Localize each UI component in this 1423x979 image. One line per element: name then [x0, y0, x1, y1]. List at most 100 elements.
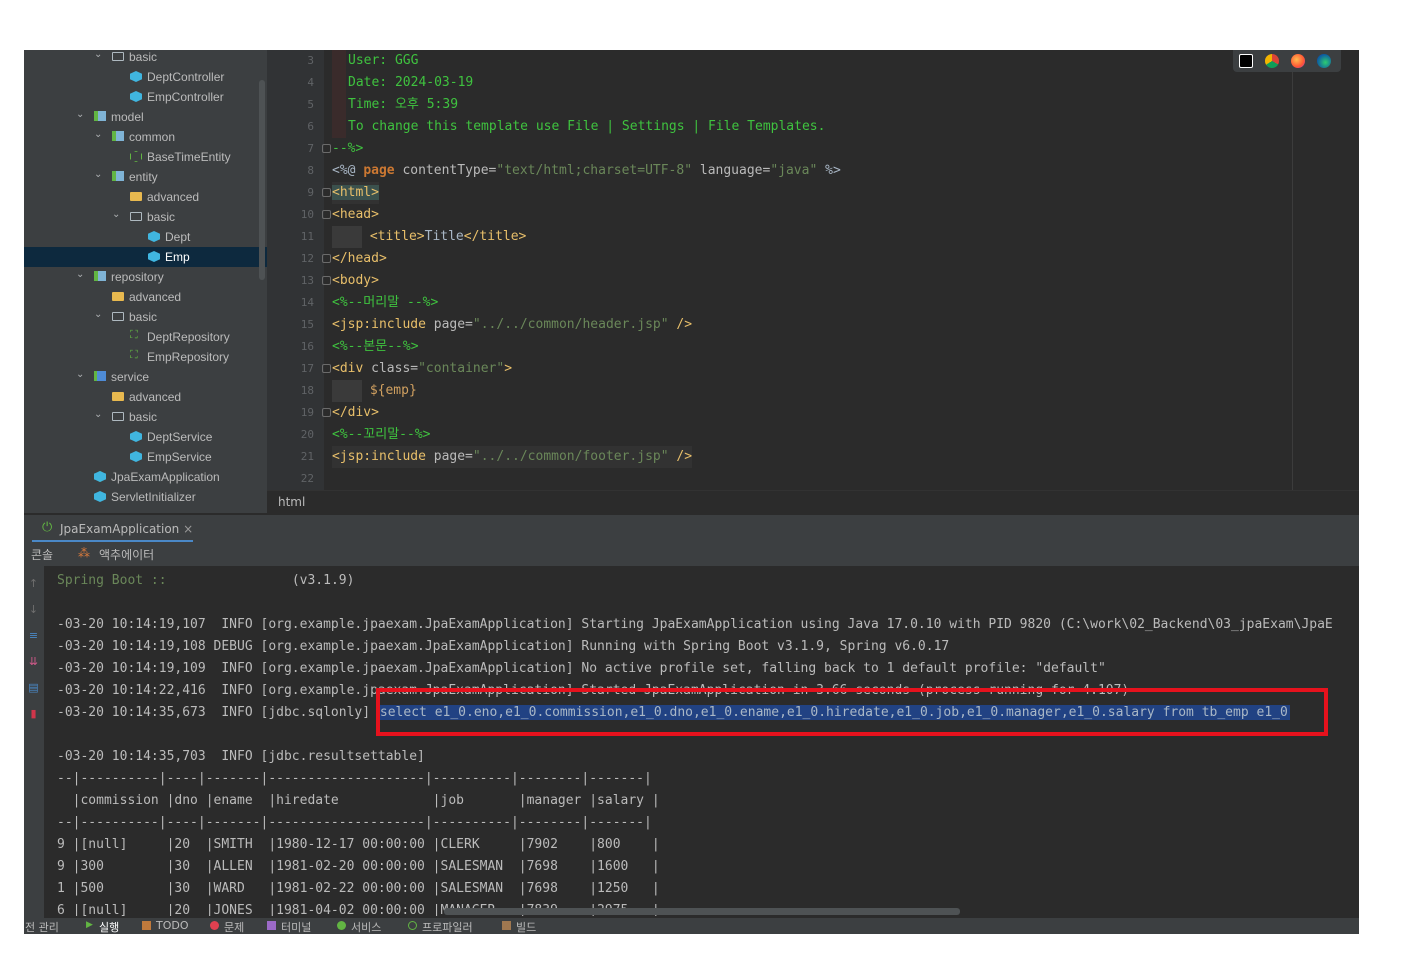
comment-text: --%> [332, 141, 364, 156]
code-line-8: <%@ page contentType="text/html;charset=… [332, 160, 841, 182]
line-number: 19 [300, 406, 314, 419]
tree-node[interactable]: ⌄ basic [24, 307, 267, 327]
tree-node[interactable]: ⛶ EmpRepository [24, 347, 267, 367]
tree-node[interactable]: BaseTimeEntity [24, 147, 267, 167]
interface-icon: ⛶ [130, 329, 138, 341]
head-tag: <head> [332, 207, 379, 222]
console-line: -03-20 10:14:19,107 INFO [org.example.jp… [57, 617, 1333, 632]
toolbar-item-todo[interactable]: TODO [156, 919, 189, 932]
title-close-tag: </title> [463, 229, 527, 244]
line-number: 7 [307, 142, 314, 155]
tree-node[interactable]: DeptController [24, 67, 267, 87]
fold-marker[interactable] [322, 144, 331, 153]
chevron-down-icon[interactable]: ⌄ [94, 309, 106, 320]
chevron-down-icon[interactable]: ⌄ [94, 50, 106, 60]
jsp-include-tag: <jsp:include [332, 449, 426, 464]
fold-marker[interactable] [322, 210, 331, 219]
chevron-down-icon[interactable]: ⌄ [94, 129, 106, 140]
fold-marker[interactable] [322, 364, 331, 373]
console-line: -03-20 10:14:35,703 INFO [jdbc.resultset… [57, 749, 425, 764]
code-line-19: </div> [332, 402, 379, 424]
line-number: 6 [307, 120, 314, 133]
toolbar-item-terminal[interactable]: 터미널 [281, 919, 311, 934]
tree-node-label: basic [147, 210, 176, 224]
tree-node[interactable]: ⌄ basic [24, 207, 267, 227]
tree-node[interactable]: ⌄ common [24, 127, 267, 147]
tree-node[interactable]: ⌄ repository [24, 267, 267, 287]
tree-node[interactable]: JpaExamApplication [24, 467, 267, 487]
toolbar-item-manage[interactable]: 전 관리 [25, 919, 59, 934]
table-row: 1 |500 |30 |WARD |1981-02-22 00:00:00 |S… [57, 881, 660, 896]
line-number: 5 [307, 98, 314, 111]
edge-icon[interactable] [1317, 54, 1331, 68]
tree-node-label: DeptService [147, 430, 213, 444]
tree-node[interactable]: advanced [24, 187, 267, 207]
tree-node[interactable]: ⛶ DeptRepository [24, 327, 267, 347]
firefox-icon[interactable] [1291, 54, 1305, 68]
fold-marker[interactable] [322, 188, 331, 197]
tree-node[interactable]: advanced [24, 387, 267, 407]
attr-value: "../../common/footer.jsp" [472, 449, 669, 464]
fold-marker[interactable] [322, 276, 331, 285]
run-toolwindow-header: ⏻ JpaExamApplication × [24, 514, 1359, 543]
toolbar-item-problems[interactable]: 문제 [224, 919, 244, 934]
attr-name: class= [363, 361, 419, 376]
table-header: |commission |dno |ename |hiredate |job |… [57, 793, 660, 808]
tree-node[interactable]: DeptService [24, 427, 267, 447]
toolbar-item-run[interactable]: 실행 [99, 919, 119, 934]
chevron-down-icon[interactable]: ⌄ [112, 209, 124, 220]
editor-breadcrumb[interactable]: html [267, 490, 1359, 514]
run-tab[interactable]: ⏻ JpaExamApplication × [32, 515, 193, 543]
tree-node[interactable]: ⌄ basic [24, 407, 267, 427]
fold-marker[interactable] [322, 254, 331, 263]
html-tag: <html> [332, 185, 379, 200]
package-icon [112, 171, 124, 181]
chevron-down-icon[interactable]: ⌄ [94, 169, 106, 180]
tree-node[interactable]: ServletInitializer [24, 487, 267, 507]
title-open-tag: <title> [369, 229, 425, 244]
scroll-up-icon[interactable]: ↑ [27, 578, 40, 590]
tree-node[interactable]: EmpController [24, 87, 267, 107]
intellij-preview-icon[interactable] [1239, 54, 1253, 68]
tree-node[interactable]: ⌄ model [24, 107, 267, 127]
chrome-icon[interactable] [1265, 54, 1279, 68]
tab-actuator[interactable]: 액추에이터 [99, 546, 154, 563]
soft-wrap-icon[interactable]: ≡ [27, 630, 40, 642]
breadcrumb-item[interactable]: html [278, 495, 305, 509]
toolbar-item-services[interactable]: 서비스 [351, 919, 381, 934]
toolbar-item-build[interactable]: 빌드 [516, 919, 536, 934]
chevron-down-icon[interactable]: ⌄ [76, 109, 88, 120]
fold-marker[interactable] [322, 408, 331, 417]
console-line: -03-20 10:14:19,108 DEBUG [org.example.j… [57, 639, 950, 654]
tree-node[interactable]: Dept [24, 227, 267, 247]
attr-name: language= [692, 163, 771, 178]
tree-node[interactable]: Emp [24, 247, 267, 267]
toolbar-item-profiler[interactable]: 프로파일러 [422, 919, 473, 934]
code-line-12: </head> [332, 248, 387, 270]
chevron-down-icon[interactable]: ⌄ [76, 269, 88, 280]
scroll-to-end-icon[interactable]: ⇊ [27, 656, 40, 668]
class-icon [130, 431, 142, 442]
line-number: 4 [307, 76, 314, 89]
tree-node[interactable]: ⌄ entity [24, 167, 267, 187]
project-tree-scrollbar[interactable] [259, 80, 265, 280]
tree-node[interactable]: EmpService [24, 447, 267, 467]
code-line-18: ${emp} [332, 380, 417, 402]
tag-close: /> [668, 317, 693, 332]
package-icon [94, 271, 106, 281]
tree-node-label: model [111, 110, 144, 124]
chevron-down-icon[interactable]: ⌄ [94, 409, 106, 420]
print-icon[interactable]: ▤ [27, 682, 40, 694]
chevron-down-icon[interactable]: ⌄ [76, 369, 88, 380]
scroll-down-icon[interactable]: ↓ [27, 604, 40, 616]
browser-preview-toolbar [1233, 50, 1341, 72]
tab-console[interactable]: 콘솔 [31, 546, 53, 563]
console-horizontal-scrollbar[interactable] [444, 908, 960, 915]
el-expression: ${emp} [369, 383, 417, 398]
close-icon[interactable]: × [183, 522, 193, 536]
class-icon [148, 231, 160, 242]
tree-node[interactable]: ⌄ service [24, 367, 267, 387]
tree-node[interactable]: advanced [24, 287, 267, 307]
tree-node[interactable]: ⌄ basic [24, 50, 267, 67]
trash-icon[interactable]: ▮ [27, 708, 40, 720]
